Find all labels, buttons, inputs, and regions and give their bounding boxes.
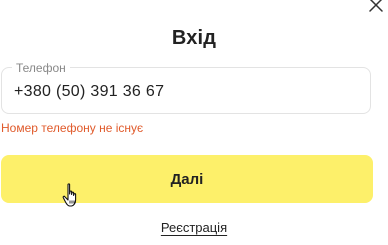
next-button-label: Далі xyxy=(170,171,204,188)
close-button[interactable] xyxy=(368,0,384,13)
phone-field-label: Телефон xyxy=(12,61,70,75)
dialog-title: Вхід xyxy=(171,27,217,49)
register-link[interactable]: Реєстрація xyxy=(161,220,227,235)
phone-field[interactable]: Телефон +380 (50) 391 36 67 xyxy=(1,61,371,114)
next-button[interactable]: Далі xyxy=(1,155,373,203)
close-icon xyxy=(369,0,383,12)
register-link-wrap: Реєстрація xyxy=(0,220,388,235)
login-modal: Вхід Телефон +380 (50) 391 36 67 Номер т… xyxy=(0,0,388,245)
phone-error-message: Номер телефону не існує xyxy=(1,121,144,135)
phone-input[interactable]: +380 (50) 391 36 67 xyxy=(14,82,164,102)
